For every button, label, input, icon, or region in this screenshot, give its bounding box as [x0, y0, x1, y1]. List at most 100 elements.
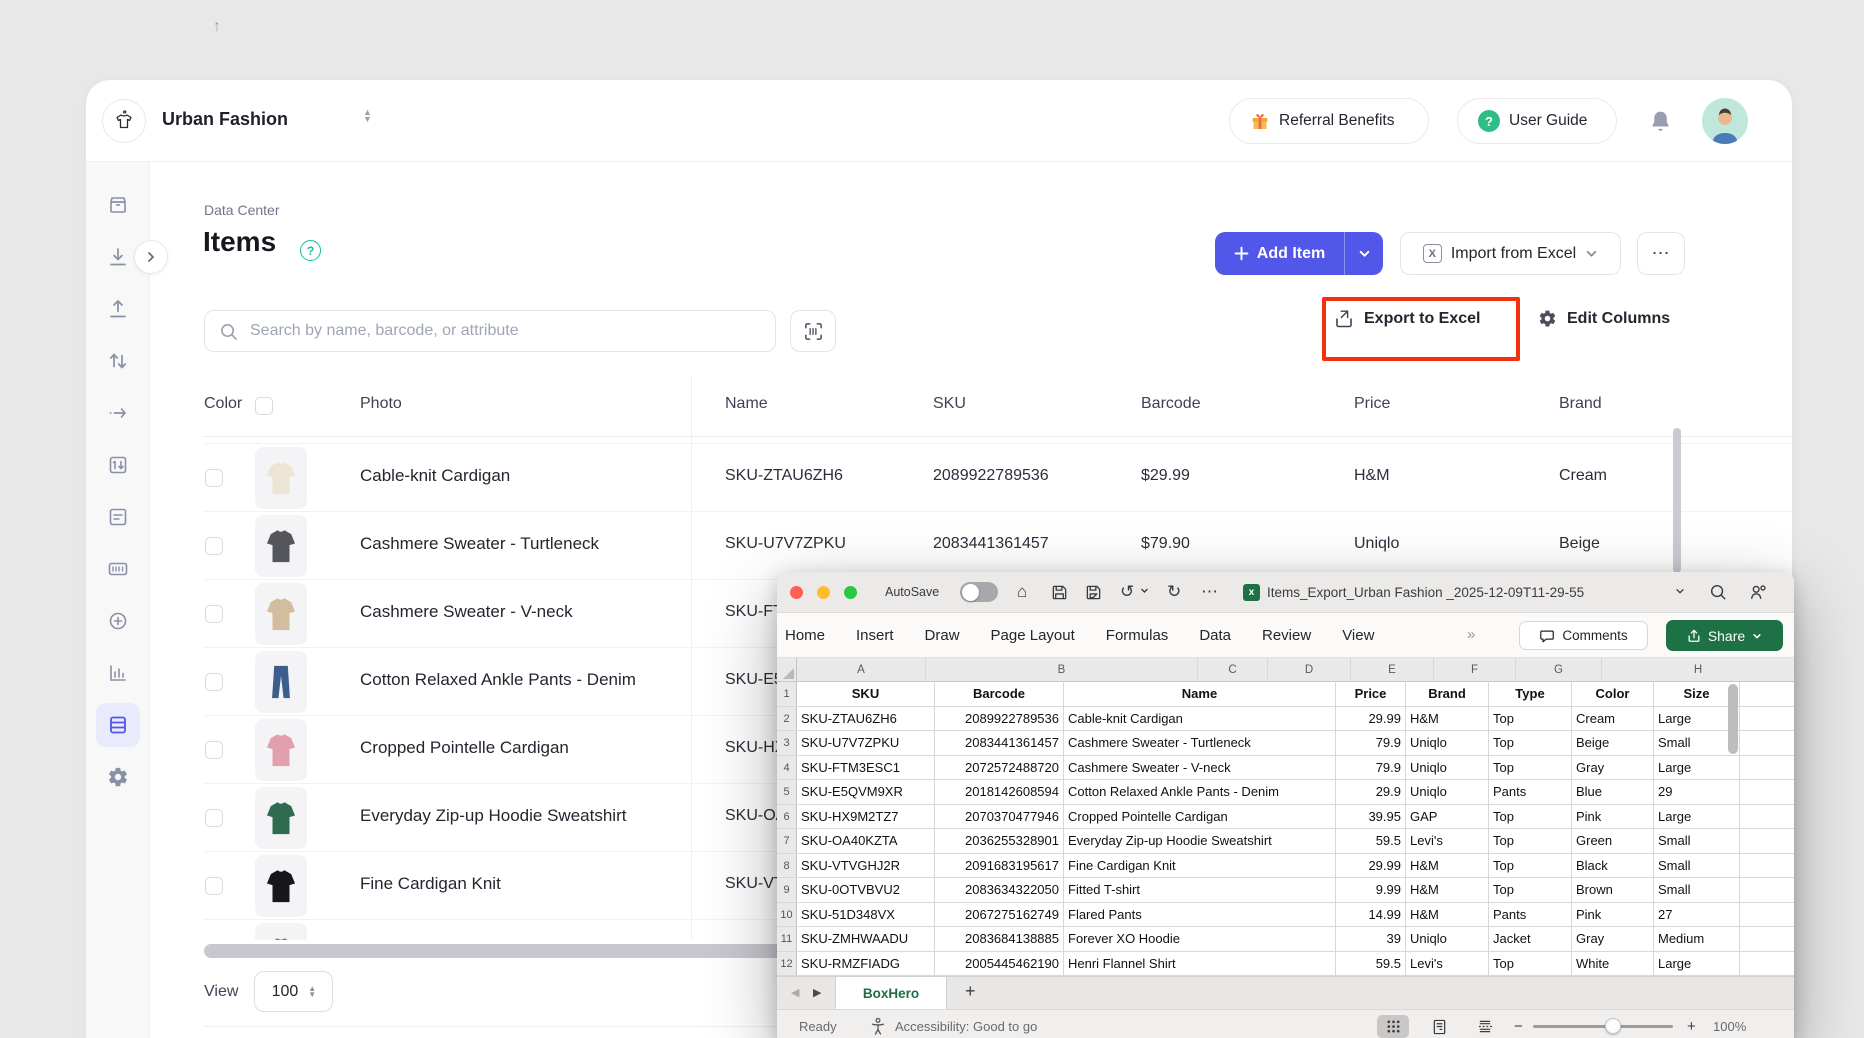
table-row[interactable]: Cashmere Sweater - Turtleneck SKU-U7V7ZP…	[204, 512, 1792, 580]
zoom-out-button[interactable]: −	[1514, 1018, 1523, 1035]
home-icon[interactable]: ⌂	[1017, 581, 1027, 603]
cell-name[interactable]: Everyday Zip-up Hoodie Sweatshirt	[1064, 829, 1336, 853]
cell-type[interactable]: Top	[1489, 854, 1572, 878]
more-tabs-icon[interactable]: »	[1467, 626, 1475, 643]
cell-barcode[interactable]: 2089922789536	[935, 707, 1064, 731]
cell-color[interactable]: Blue	[1572, 780, 1654, 804]
column-header[interactable]: Price	[1354, 395, 1390, 413]
cell-empty[interactable]	[1740, 805, 1794, 829]
sidebar-item-adjust-icon[interactable]	[107, 350, 129, 372]
cell-color[interactable]: Color	[1572, 682, 1654, 706]
add-item-button[interactable]: Add Item	[1215, 232, 1383, 275]
user-avatar[interactable]	[1702, 98, 1748, 144]
cell-sku[interactable]: SKU-RMZFIADG	[797, 952, 935, 976]
cell-price[interactable]: 14.99	[1336, 903, 1406, 927]
zoom-in-button[interactable]: +	[1687, 1018, 1696, 1035]
cell-size[interactable]: Medium	[1654, 927, 1740, 951]
cell-barcode[interactable]: 2067275162749	[935, 903, 1064, 927]
excel-row[interactable]: 6 SKU-HX9M2TZ7 2070370477946 Cropped Poi…	[777, 805, 1794, 830]
ribbon-tab[interactable]: Draw	[925, 627, 960, 644]
cell-size[interactable]: Large	[1654, 805, 1740, 829]
add-sheet-button[interactable]: +	[965, 981, 976, 1002]
row-number[interactable]: 10	[777, 903, 797, 927]
undo-dropdown-icon[interactable]	[1140, 586, 1149, 595]
comments-button[interactable]: Comments	[1519, 621, 1648, 650]
cell-empty[interactable]	[1740, 682, 1794, 706]
select-all-checkbox[interactable]	[255, 397, 273, 415]
row-number[interactable]: 11	[777, 927, 797, 951]
cell-barcode[interactable]: Barcode	[935, 682, 1064, 706]
cell-price[interactable]: 29.9	[1336, 780, 1406, 804]
save-as-icon[interactable]	[1085, 584, 1102, 601]
cell-brand[interactable]: Levi's	[1406, 952, 1489, 976]
add-item-dropdown[interactable]	[1345, 247, 1383, 260]
row-checkbox[interactable]	[205, 741, 223, 759]
ribbon-tab[interactable]: Formulas	[1106, 627, 1169, 644]
row-number[interactable]: 4	[777, 756, 797, 780]
row-number[interactable]: 8	[777, 854, 797, 878]
cell-name[interactable]: Cotton Relaxed Ankle Pants - Denim	[1064, 780, 1336, 804]
cell-brand[interactable]: GAP	[1406, 805, 1489, 829]
select-all-corner[interactable]	[777, 658, 797, 681]
column-letter[interactable]: E	[1351, 658, 1434, 681]
cell-color[interactable]: Pink	[1572, 805, 1654, 829]
column-header[interactable]: Photo	[360, 395, 402, 413]
cell-brand[interactable]: Uniqlo	[1406, 756, 1489, 780]
cell-name[interactable]: Forever XO Hoodie	[1064, 927, 1336, 951]
cell-sku[interactable]: SKU-U7V7ZPKU	[797, 731, 935, 755]
cell-empty[interactable]	[1740, 829, 1794, 853]
cell-type[interactable]: Top	[1489, 756, 1572, 780]
cell-color[interactable]: Gray	[1572, 927, 1654, 951]
ribbon-tab[interactable]: Page Layout	[991, 627, 1075, 644]
cell-price[interactable]: 39.95	[1336, 805, 1406, 829]
cell-name[interactable]: Cashmere Sweater - V-neck	[1064, 756, 1336, 780]
cell-brand[interactable]: H&M	[1406, 854, 1489, 878]
column-letter[interactable]: D	[1268, 658, 1351, 681]
cell-type[interactable]: Top	[1489, 952, 1572, 976]
cell-price[interactable]: Price	[1336, 682, 1406, 706]
cell-price[interactable]: 79.9	[1336, 731, 1406, 755]
excel-row[interactable]: 8 SKU-VTVGHJ2R 2091683195617 Fine Cardig…	[777, 854, 1794, 879]
cell-name[interactable]: Fine Cardigan Knit	[1064, 854, 1336, 878]
sidebar-item-stock-in-icon[interactable]	[107, 246, 129, 268]
ribbon-tab[interactable]: Review	[1262, 627, 1311, 644]
cell-barcode[interactable]: 2083684138885	[935, 927, 1064, 951]
column-letter[interactable]: F	[1434, 658, 1516, 681]
title-dropdown-icon[interactable]	[1675, 586, 1685, 596]
barcode-scan-button[interactable]	[790, 310, 836, 352]
referral-benefits-button[interactable]: Referral Benefits	[1229, 98, 1429, 144]
row-number[interactable]: 6	[777, 805, 797, 829]
sort-asc-icon[interactable]: ↑	[213, 18, 221, 36]
cell-price[interactable]: 39	[1336, 927, 1406, 951]
sidebar-item-transactions-icon[interactable]	[107, 506, 129, 528]
column-letter[interactable]: C	[1198, 658, 1268, 681]
user-guide-button[interactable]: ? User Guide	[1457, 98, 1617, 144]
cell-sku[interactable]: SKU-HX9M2TZ7	[797, 805, 935, 829]
cell-empty[interactable]	[1740, 854, 1794, 878]
cell-price[interactable]: 29.99	[1336, 854, 1406, 878]
cell-size[interactable]: Large	[1654, 756, 1740, 780]
excel-vertical-scrollbar[interactable]	[1728, 684, 1738, 754]
excel-row[interactable]: 2 SKU-ZTAU6ZH6 2089922789536 Cable-knit …	[777, 707, 1794, 732]
sidebar-item-settings-icon[interactable]	[107, 766, 129, 788]
column-header[interactable]: Name	[725, 395, 768, 413]
cell-color[interactable]: Black	[1572, 854, 1654, 878]
share-user-icon[interactable]	[1749, 583, 1767, 601]
cell-size[interactable]: Small	[1654, 878, 1740, 902]
import-from-excel-button[interactable]: X Import from Excel	[1400, 232, 1621, 275]
normal-view-button[interactable]	[1377, 1015, 1409, 1038]
column-letter[interactable]: B	[926, 658, 1198, 681]
cell-size[interactable]: Small	[1654, 854, 1740, 878]
cell-name[interactable]: Cropped Pointelle Cardigan	[1064, 805, 1336, 829]
save-icon[interactable]	[1051, 584, 1068, 601]
excel-row[interactable]: 12 SKU-RMZFIADG 2005445462190 Henri Flan…	[777, 952, 1794, 977]
close-traffic-light[interactable]	[790, 586, 803, 599]
redo-icon[interactable]: ↻	[1167, 581, 1181, 603]
sheet-tab-boxhero[interactable]: BoxHero	[835, 977, 947, 1010]
ribbon-tab[interactable]: View	[1342, 627, 1374, 644]
column-letter[interactable]: G	[1516, 658, 1602, 681]
sidebar-item-data-center-icon[interactable]	[107, 714, 129, 736]
cell-type[interactable]: Top	[1489, 805, 1572, 829]
row-number[interactable]: 5	[777, 780, 797, 804]
row-number[interactable]: 7	[777, 829, 797, 853]
